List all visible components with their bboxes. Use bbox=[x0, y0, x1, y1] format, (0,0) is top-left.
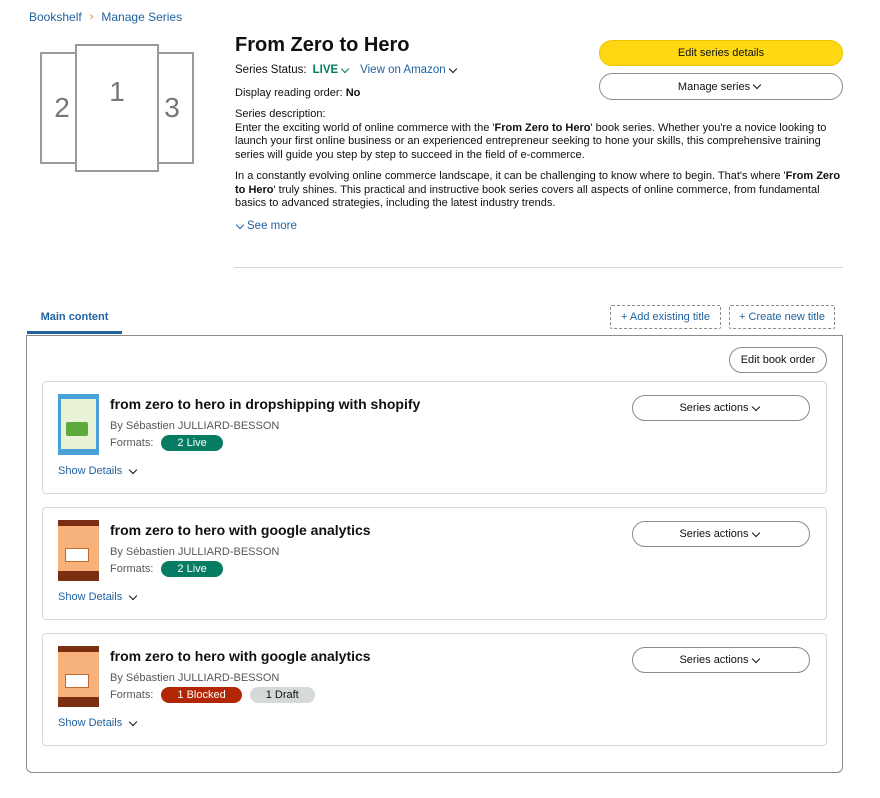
breadcrumb-separator-icon: › bbox=[89, 11, 94, 23]
description-text: Enter the exciting world of online comme… bbox=[235, 121, 495, 134]
show-details-label: Show Details bbox=[58, 591, 123, 603]
series-status-value: LIVE bbox=[312, 64, 339, 76]
book-card: from zero to hero in dropshipping with s… bbox=[42, 381, 827, 494]
edit-book-order-button[interactable]: Edit book order bbox=[729, 347, 827, 373]
view-on-amazon-label: View on Amazon bbox=[360, 64, 446, 76]
series-actions-button[interactable]: Series actions bbox=[632, 521, 810, 547]
chevron-down-icon bbox=[128, 717, 138, 726]
book-cover-image[interactable] bbox=[58, 394, 99, 455]
manage-series-label: Manage series bbox=[677, 80, 751, 93]
breadcrumb-manage-series-link[interactable]: Manage Series bbox=[101, 10, 182, 24]
description-paragraph-1: Enter the exciting world of online comme… bbox=[235, 122, 845, 163]
breadcrumb: Bookshelf › Manage Series bbox=[29, 10, 182, 24]
chevron-down-icon bbox=[751, 402, 760, 411]
chevron-down-icon bbox=[128, 465, 138, 474]
book-author: By Sébastien JULLIARD-BESSON bbox=[110, 672, 280, 684]
book-cover-image[interactable] bbox=[58, 646, 99, 707]
series-actions-button[interactable]: Series actions bbox=[632, 647, 810, 673]
book-formats: Formats: 2 Live bbox=[110, 435, 223, 451]
series-thumbnail: 2 3 1 bbox=[40, 44, 194, 172]
reading-order-label: Display reading order: bbox=[235, 87, 343, 99]
book-title[interactable]: from zero to hero with google analytics bbox=[110, 648, 371, 664]
series-actions-label: Series actions bbox=[679, 402, 749, 414]
status-badge-live: 2 Live bbox=[161, 561, 223, 577]
chevron-down-icon bbox=[128, 591, 138, 600]
book-author: By Sébastien JULLIARD-BESSON bbox=[110, 546, 280, 558]
description-bold-text: From Zero to Hero bbox=[494, 121, 591, 134]
status-badge-draft: 1 Draft bbox=[249, 687, 315, 703]
status-badge-blocked: 1 Blocked bbox=[161, 687, 242, 703]
formats-label: Formats: bbox=[110, 563, 154, 575]
chevron-down-icon bbox=[751, 654, 760, 663]
show-details-link[interactable]: Show Details bbox=[58, 465, 138, 477]
chevron-down-icon bbox=[752, 80, 762, 90]
book-formats: Formats: 1 Blocked 1 Draft bbox=[110, 687, 315, 703]
manage-series-button[interactable]: Manage series bbox=[599, 73, 843, 100]
chevron-down-icon bbox=[448, 64, 457, 73]
show-details-link[interactable]: Show Details bbox=[58, 591, 138, 603]
book-title[interactable]: from zero to hero in dropshipping with s… bbox=[110, 396, 420, 412]
series-title: From Zero to Hero bbox=[235, 34, 410, 56]
edit-series-details-button[interactable]: Edit series details bbox=[599, 40, 843, 66]
create-new-title-button[interactable]: + Create new title bbox=[729, 305, 835, 329]
series-status-row: Series Status: LIVE View on Amazon bbox=[235, 64, 460, 76]
series-description-label: Series description: bbox=[235, 108, 326, 120]
book-title[interactable]: from zero to hero with google analytics bbox=[110, 522, 371, 538]
description-text: In a constantly evolving online commerce… bbox=[235, 170, 786, 182]
breadcrumb-bookshelf-link[interactable]: Bookshelf bbox=[29, 10, 82, 24]
reading-order-row: Display reading order: No bbox=[235, 87, 360, 99]
series-actions-label: Series actions bbox=[679, 654, 749, 666]
series-description: Series description: Enter the exciting w… bbox=[235, 108, 845, 219]
tab-main-content[interactable]: Main content bbox=[27, 311, 122, 334]
formats-label: Formats: bbox=[110, 437, 154, 449]
series-status-label: Series Status: bbox=[235, 64, 307, 76]
show-details-label: Show Details bbox=[58, 465, 123, 477]
add-existing-title-button[interactable]: + Add existing title bbox=[610, 305, 721, 329]
chevron-down-icon bbox=[751, 528, 760, 537]
series-actions-button[interactable]: Series actions bbox=[632, 395, 810, 421]
formats-label: Formats: bbox=[110, 689, 154, 701]
reading-order-value: No bbox=[345, 87, 361, 99]
show-details-link[interactable]: Show Details bbox=[58, 717, 138, 729]
book-formats: Formats: 2 Live bbox=[110, 561, 223, 577]
view-on-amazon-link[interactable]: View on Amazon bbox=[360, 64, 459, 76]
book-author: By Sébastien JULLIARD-BESSON bbox=[110, 420, 280, 432]
header-divider bbox=[234, 267, 843, 268]
status-badge-live: 2 Live bbox=[161, 435, 223, 451]
series-actions-label: Series actions bbox=[679, 528, 749, 540]
description-text: ' truly shines. This practical and instr… bbox=[235, 183, 820, 210]
thumbnail-card-1: 1 bbox=[75, 44, 159, 172]
see-more-link[interactable]: See more bbox=[235, 220, 297, 232]
show-details-label: Show Details bbox=[58, 717, 123, 729]
book-card: from zero to hero with google analytics … bbox=[42, 507, 827, 620]
description-paragraph-2: In a constantly evolving online commerce… bbox=[235, 170, 845, 211]
status-chevron-down-icon[interactable] bbox=[340, 64, 350, 73]
book-cover-image[interactable] bbox=[58, 520, 99, 581]
book-card: from zero to hero with google analytics … bbox=[42, 633, 827, 746]
see-more-label: See more bbox=[247, 220, 297, 232]
chevron-down-icon bbox=[235, 220, 245, 229]
